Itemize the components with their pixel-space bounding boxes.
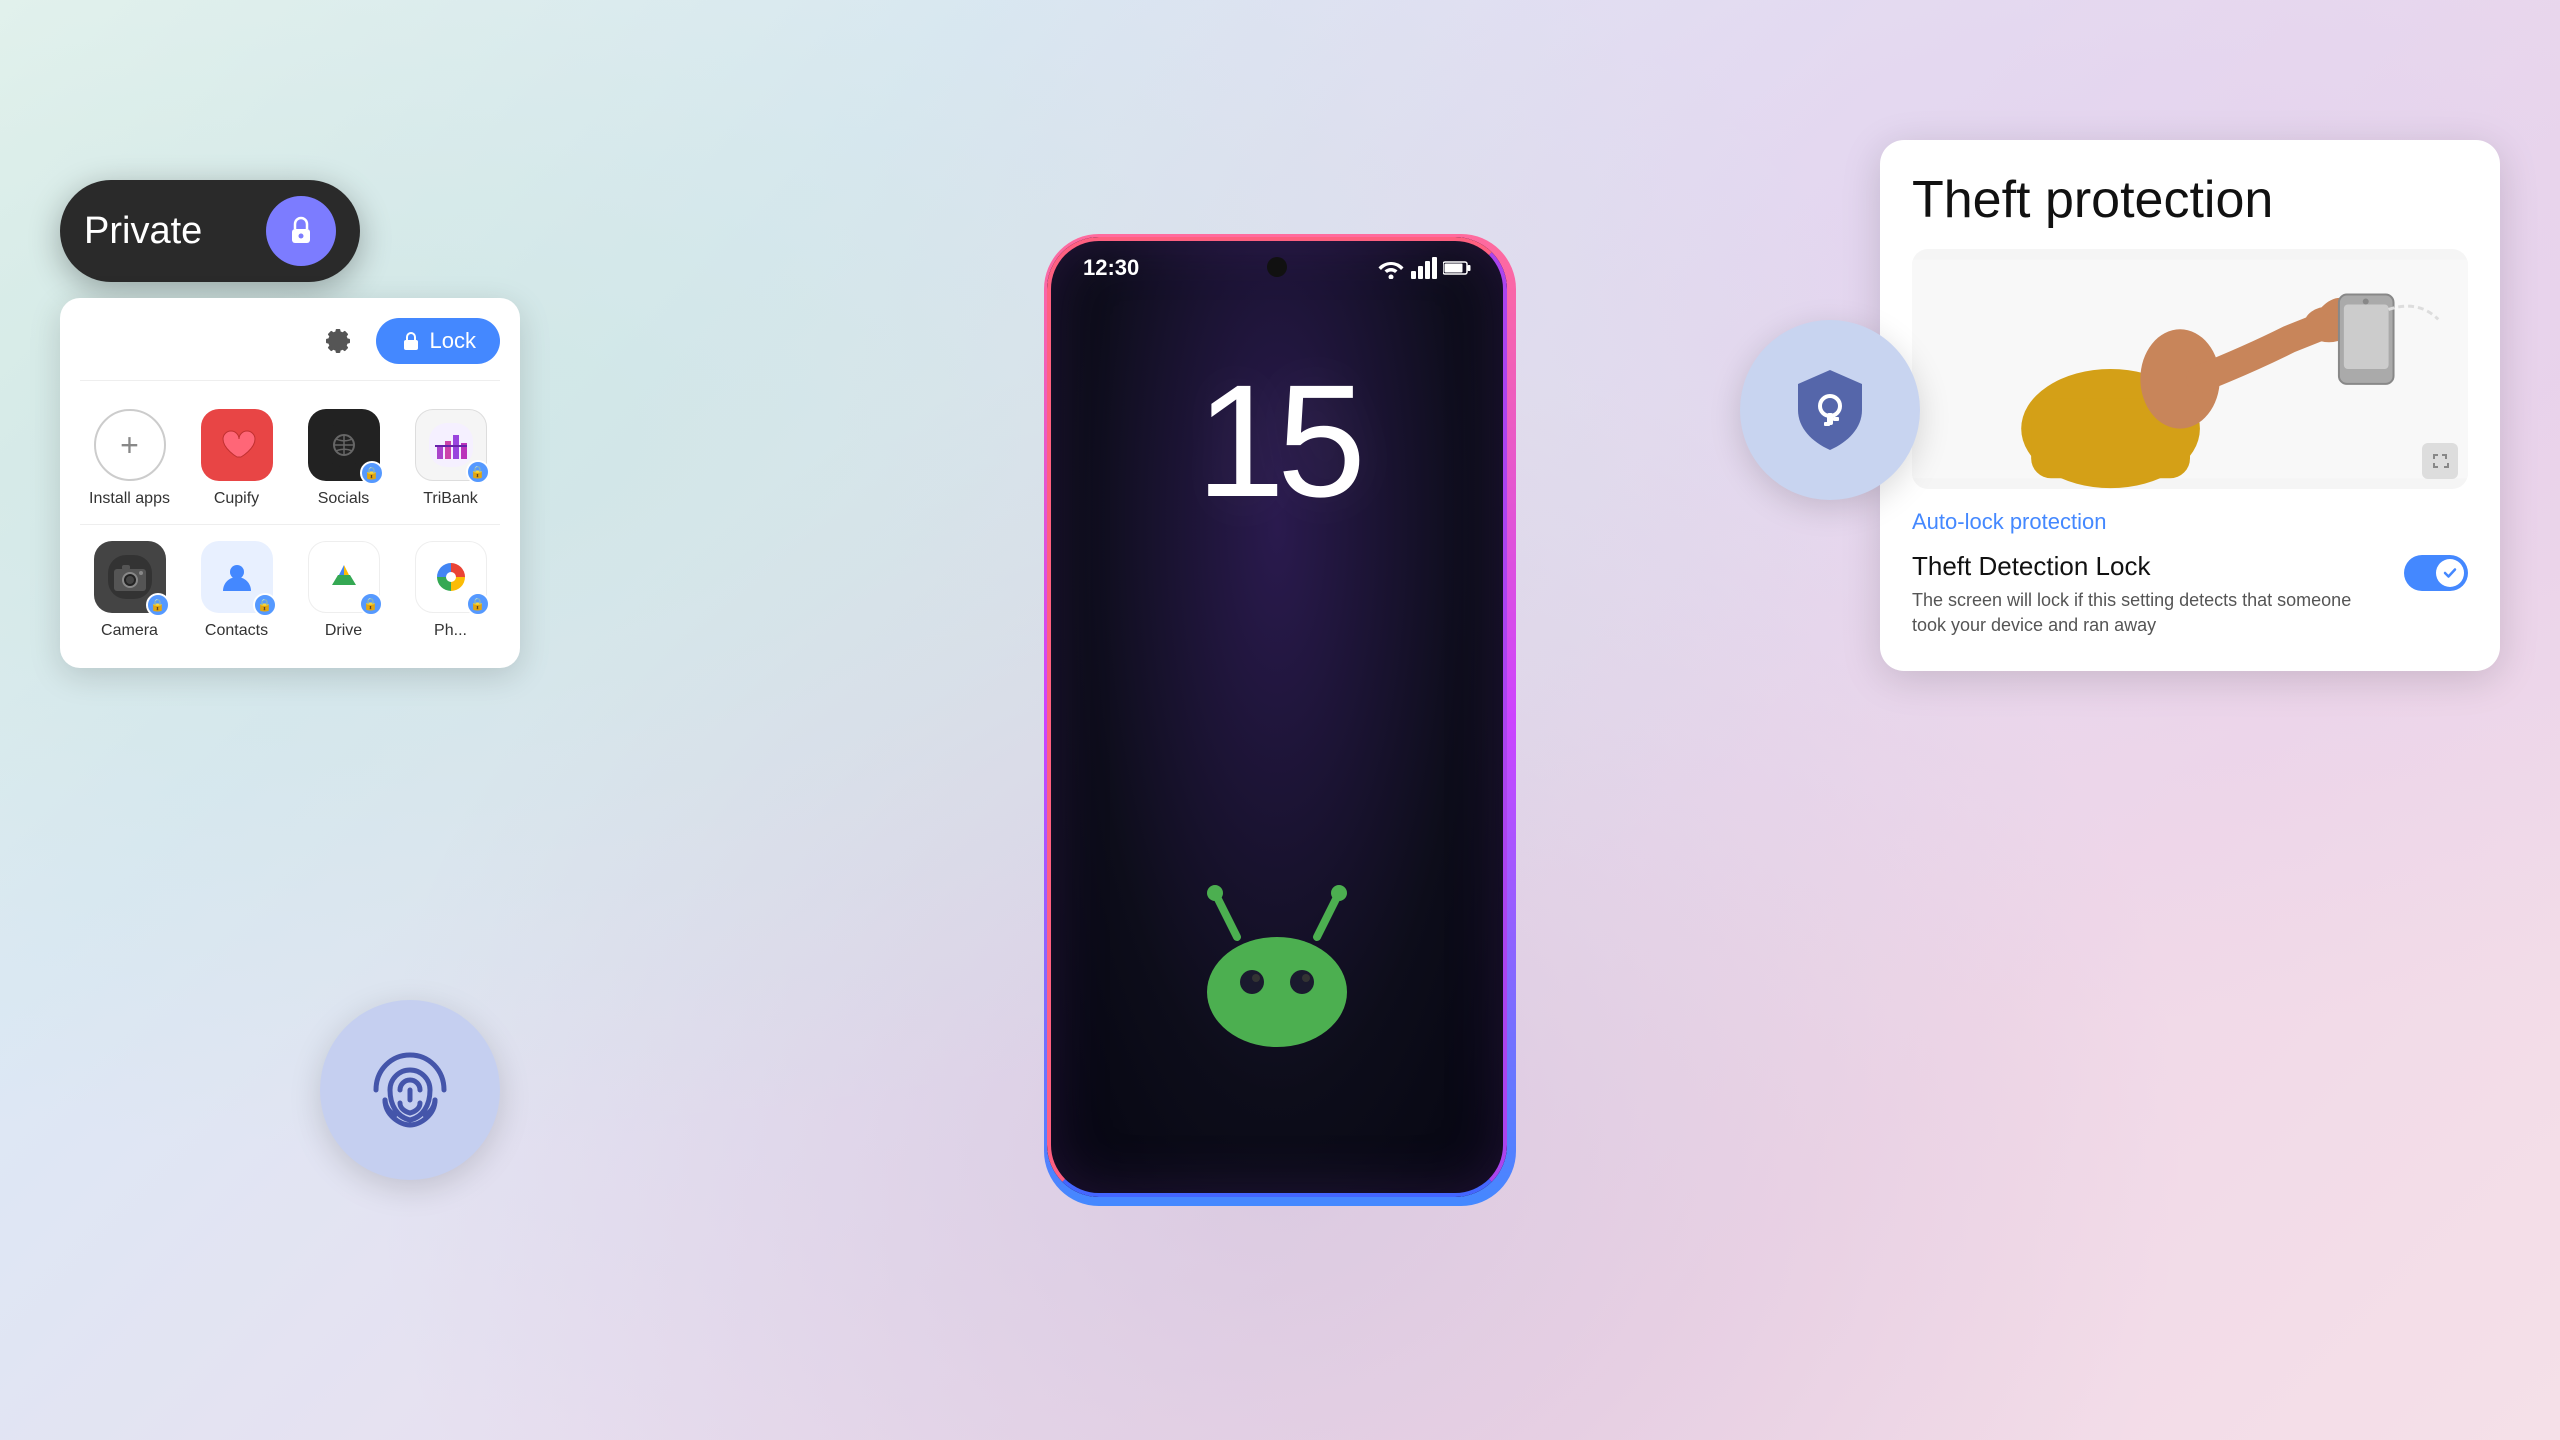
app-item-cupify[interactable]: Cupify	[187, 401, 286, 516]
image-expand-icon	[2422, 443, 2458, 479]
app-grid-header: Lock	[80, 318, 500, 381]
privacy-badge-drive: 🔒	[359, 592, 383, 616]
theft-illustration-svg	[1912, 249, 2468, 489]
detection-lock-title: Theft Detection Lock	[1912, 551, 2388, 582]
app-grid-row1: + Install apps Cupify	[80, 401, 500, 516]
app-grid-panel: Lock + Install apps Cupify	[60, 298, 520, 668]
app-item-install[interactable]: + Install apps	[80, 401, 179, 516]
photos-label: Ph...	[434, 621, 467, 640]
lock-screen-clock: 15	[1047, 361, 1507, 521]
drive-icon: 🔒	[308, 541, 380, 613]
fingerprint-icon	[365, 1045, 455, 1135]
toggle-knob	[2436, 559, 2464, 587]
contacts-icon: 🔒	[201, 541, 273, 613]
app-item-photos[interactable]: 🔒 Ph...	[401, 533, 500, 648]
status-time: 12:30	[1083, 255, 1139, 281]
lock-button-label: Lock	[430, 328, 476, 354]
cupify-label: Cupify	[214, 489, 259, 508]
camera-icon: 🔒	[94, 541, 166, 613]
privacy-badge-socials: 🔒	[360, 461, 384, 485]
shield-bubble	[1740, 320, 1920, 500]
app-item-socials[interactable]: 🔒 Socials	[294, 401, 393, 516]
status-icons	[1377, 257, 1471, 279]
theft-protection-card: Theft protection	[1880, 140, 2500, 671]
photos-icon: 🔒	[415, 541, 487, 613]
lock-button[interactable]: Lock	[376, 318, 500, 364]
privacy-badge-contacts: 🔒	[253, 593, 277, 617]
app-item-contacts[interactable]: 🔒 Contacts	[187, 533, 286, 648]
right-panel: Theft protection	[1880, 140, 2500, 671]
battery-icon	[1443, 260, 1471, 276]
app-item-drive[interactable]: 🔒 Drive	[294, 533, 393, 648]
plus-icon: +	[120, 427, 139, 464]
contacts-label: Contacts	[205, 621, 268, 640]
app-item-tribank[interactable]: 🔒 TriBank	[401, 401, 500, 516]
detection-lock-description: The screen will lock if this setting det…	[1912, 588, 2388, 638]
theft-protection-title: Theft protection	[1912, 172, 2468, 229]
camera-label: Camera	[101, 621, 158, 640]
install-apps-label: Install apps	[89, 489, 170, 508]
auto-lock-label: Auto-lock protection	[1912, 509, 2468, 535]
private-mode-toggle[interactable]: Private	[60, 180, 360, 282]
private-label: Private	[84, 210, 246, 253]
signal-icon	[1411, 257, 1437, 279]
tribank-icon: 🔒	[415, 409, 487, 481]
cupify-icon	[201, 409, 273, 481]
privacy-badge-tribank: 🔒	[466, 460, 490, 484]
android-mascot	[1147, 857, 1407, 1057]
phone-device: 12:30	[1047, 237, 1513, 1203]
phone-screen: 12:30	[1047, 237, 1507, 1197]
front-camera	[1267, 257, 1287, 277]
app-item-camera[interactable]: 🔒 Camera	[80, 533, 179, 648]
socials-icon: 🔒	[308, 409, 380, 481]
socials-label: Socials	[318, 489, 370, 508]
private-lock-icon	[266, 196, 336, 266]
privacy-badge-photos: 🔒	[466, 592, 490, 616]
settings-icon-button[interactable]	[316, 319, 360, 363]
detection-lock-text: Theft Detection Lock The screen will loc…	[1912, 551, 2388, 638]
left-panel: Private Lock	[60, 180, 520, 668]
app-grid-divider	[80, 524, 500, 525]
theft-detection-toggle[interactable]	[2404, 555, 2468, 591]
tribank-label: TriBank	[423, 489, 478, 508]
privacy-badge-camera: 🔒	[146, 593, 170, 617]
wifi-icon	[1377, 257, 1405, 279]
detection-lock-row: Theft Detection Lock The screen will loc…	[1912, 551, 2468, 638]
shield-key-icon	[1780, 360, 1880, 460]
app-grid-row2: 🔒 Camera 🔒 Contacts	[80, 533, 500, 648]
install-apps-icon: +	[94, 409, 166, 481]
drive-label: Drive	[325, 621, 362, 640]
fingerprint-bubble	[320, 1000, 500, 1180]
theft-illustration-container	[1912, 249, 2468, 489]
